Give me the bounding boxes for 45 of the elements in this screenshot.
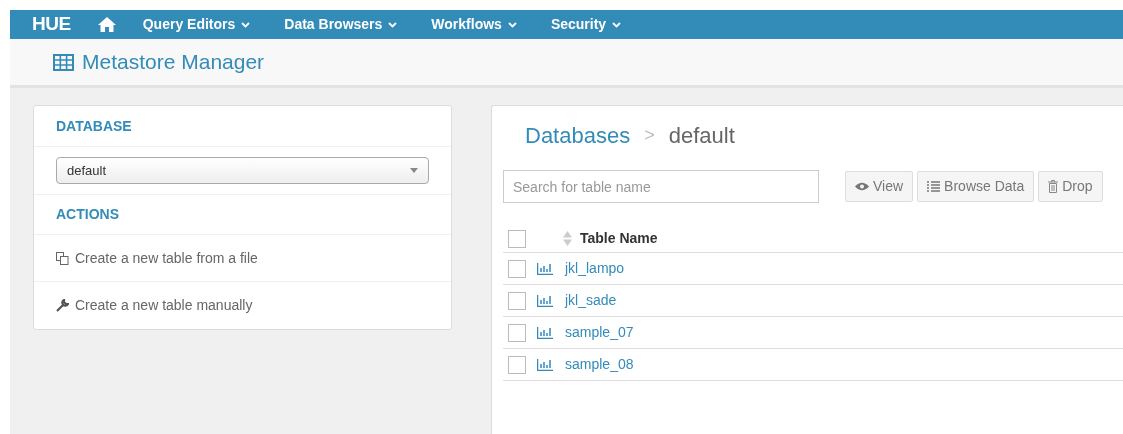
chevron-icon xyxy=(241,21,251,28)
trash-icon xyxy=(1048,180,1059,193)
database-select[interactable]: default xyxy=(56,157,429,184)
search-field[interactable]: Search for table name xyxy=(503,170,819,203)
nav-menu[interactable]: Security xyxy=(550,14,622,35)
browse-button[interactable]: Browse Data xyxy=(917,171,1035,202)
hue-logo[interactable]: HUE xyxy=(32,10,71,39)
section-heading: DATABASE xyxy=(56,116,132,136)
eye-icon xyxy=(855,182,869,191)
checkbox[interactable] xyxy=(508,323,526,342)
bar-chart-icon[interactable] xyxy=(537,262,553,275)
section-heading: ACTIONS xyxy=(56,204,119,224)
copy-icon xyxy=(56,251,69,265)
table-link[interactable]: sample_07 xyxy=(565,322,634,343)
sort-icon[interactable] xyxy=(563,231,572,246)
drop-button[interactable]: Drop xyxy=(1038,171,1103,202)
nav-menu[interactable]: Query Editors xyxy=(142,14,251,35)
view-button[interactable]: View xyxy=(845,171,914,202)
checkbox[interactable] xyxy=(508,291,526,310)
chevron-icon xyxy=(612,21,622,28)
wrench-icon xyxy=(56,299,69,312)
table-link[interactable]: sample_08 xyxy=(565,354,634,375)
page-title: Metastore Manager xyxy=(82,49,265,76)
breadcrumb-separator: > xyxy=(644,123,655,147)
table-link[interactable]: jkl_sade xyxy=(565,290,617,311)
list-icon xyxy=(927,181,941,192)
checkbox[interactable] xyxy=(508,259,526,278)
checkbox[interactable] xyxy=(508,229,526,248)
nav-menu[interactable]: Data Browsers xyxy=(284,14,398,35)
caret-icon xyxy=(410,168,418,173)
home-icon[interactable] xyxy=(97,17,116,32)
chevron-icon xyxy=(388,21,398,28)
column-header[interactable]: Table Name xyxy=(580,228,658,249)
checkbox[interactable] xyxy=(508,355,526,374)
bar-chart-icon[interactable] xyxy=(537,358,553,371)
table-link[interactable]: jkl_lampo xyxy=(565,258,625,279)
action-link[interactable]: Create a new table from a file xyxy=(34,235,451,282)
action-link[interactable]: Create a new table manually xyxy=(34,282,451,329)
bar-chart-icon[interactable] xyxy=(537,294,553,307)
breadcrumb-current: default xyxy=(668,121,735,150)
table-icon xyxy=(53,53,74,71)
nav-menu[interactable]: Workflows xyxy=(431,14,517,35)
bar-chart-icon[interactable] xyxy=(537,326,553,339)
breadcrumb-link[interactable]: Databases xyxy=(525,118,631,152)
chevron-icon xyxy=(507,21,517,28)
